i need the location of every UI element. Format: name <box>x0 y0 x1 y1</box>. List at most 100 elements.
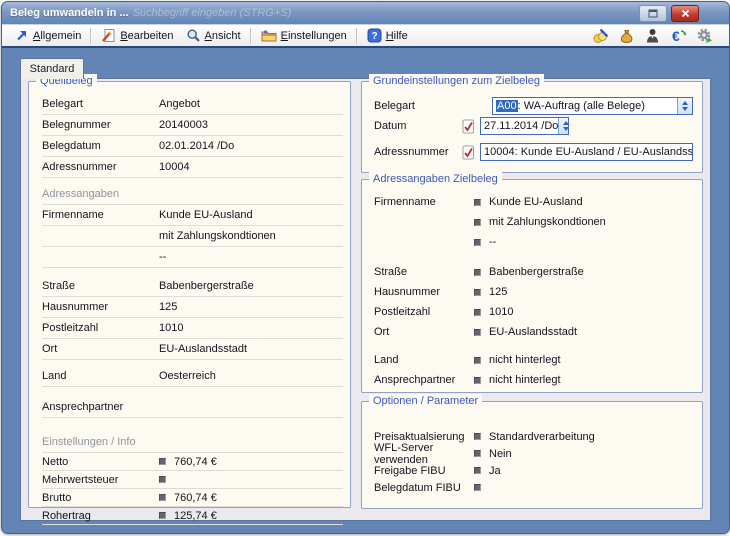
toolbar-separator <box>90 28 92 44</box>
field-row: Firmenname Kunde EU-Ausland <box>374 192 693 212</box>
menu-item-allgemein[interactable]: Allgemein <box>8 26 87 45</box>
field-value: 20140003 <box>159 119 343 131</box>
field-value: Babenbergerstraße <box>159 280 343 292</box>
field-label: Belegart <box>42 98 159 110</box>
value-bullet-icon <box>474 329 481 336</box>
titlebar: Beleg umwandeln in ... Suchbegriff einge… <box>2 2 729 24</box>
help-icon: ? <box>367 28 382 43</box>
datum-spinner[interactable] <box>558 118 569 134</box>
field-value: 10004 <box>159 161 343 173</box>
tab-standard[interactable]: Standard <box>20 58 84 79</box>
arrow-up-right-icon <box>14 28 29 43</box>
toolbar-right-icons: € <box>592 27 723 44</box>
field-row: Firmenname Kunde EU-Ausland <box>42 205 343 226</box>
field-label: Straße <box>374 266 474 278</box>
money-bag-icon[interactable] <box>618 27 635 44</box>
datum-field[interactable]: 27.11.2014 /Do <box>480 117 569 135</box>
field-value: Standardverarbeitung <box>489 431 595 443</box>
field-label: Firmenname <box>374 196 474 208</box>
field-value: Oesterreich <box>159 370 343 382</box>
field-label: Adressnummer <box>374 146 462 158</box>
section-header-adressangaben: Adressangaben <box>42 184 343 205</box>
field-label: Land <box>374 354 474 366</box>
field-label: Hausnummer <box>374 286 474 298</box>
field-label: Ort <box>42 343 159 355</box>
magnifier-icon <box>186 28 201 43</box>
person-icon[interactable] <box>644 27 661 44</box>
field-row: Ort EU-Auslandsstadt <box>42 339 343 360</box>
field-row: Belegart Angebot <box>42 94 343 115</box>
field-value: nicht hinterlegt <box>489 374 561 386</box>
field-value: Angebot <box>159 98 343 110</box>
field-text: 27.11.2014 /Do <box>484 120 558 132</box>
restore-button[interactable] <box>639 5 667 22</box>
menu-item-hilfe[interactable]: ? Hilfe <box>361 26 414 45</box>
tab-label: Standard <box>30 63 75 75</box>
value-bullet-icon <box>474 289 481 296</box>
field-row: Belegdatum FIBU <box>374 479 693 496</box>
adressnummer-check-icon[interactable] <box>462 145 475 160</box>
field-label: WFL-Server verwenden <box>374 442 474 466</box>
value-bullet-icon <box>474 377 481 384</box>
tab-page-standard: Quellbeleg Belegart Angebot Belegnummer … <box>20 78 711 521</box>
coins-pen-icon[interactable] <box>592 27 609 44</box>
groupbox-grundeinstellungen: Grundeinstellungen zum Zielbeleg Belegar… <box>361 81 703 173</box>
field-value: 02.01.2014 /Do <box>159 140 343 152</box>
field-label: Datum <box>374 120 462 132</box>
svg-text:?: ? <box>371 31 377 42</box>
field-row: Belegdatum 02.01.2014 /Do <box>42 136 343 157</box>
field-label: Straße <box>42 280 159 292</box>
field-value: 125 <box>489 286 507 298</box>
menu-label: Hilfe <box>386 30 408 42</box>
field-label: Mehrwertsteuer <box>42 474 159 486</box>
selected-text: A00 <box>496 100 518 112</box>
combo-text: 10004: Kunde EU-Ausland / EU-Auslandssta… <box>484 146 693 158</box>
groupbox-caption: Optionen / Parameter <box>369 394 482 408</box>
field-row: Hausnummer 125 <box>42 297 343 318</box>
menu-item-bearbeiten[interactable]: Bearbeiten <box>95 26 179 45</box>
field-value: mit Zahlungskondtionen <box>159 230 343 242</box>
groupbox-caption: Grundeinstellungen zum Zielbeleg <box>369 74 544 88</box>
field-row: -- <box>42 247 343 268</box>
field-label: Hausnummer <box>42 301 159 313</box>
groupbox-optionen-parameter: Optionen / Parameter Preisaktualsierung … <box>361 401 703 509</box>
datum-check-icon[interactable] <box>462 119 475 134</box>
field-label: Firmenname <box>42 209 159 221</box>
belegart-combo[interactable]: A00 : WA-Auftrag (alle Belege) <box>492 97 693 115</box>
field-row: WFL-Server verwenden Nein <box>374 445 693 462</box>
value-bullet-icon <box>474 219 481 226</box>
field-label: Rohertrag <box>42 510 159 522</box>
gears-icon[interactable] <box>696 27 713 44</box>
field-label: Belegdatum <box>42 140 159 152</box>
restore-icon <box>648 9 658 18</box>
field-value: 760,74 € <box>174 492 343 504</box>
field-row: Postleitzahl 1010 <box>374 302 693 322</box>
value-bullet-icon <box>474 467 481 474</box>
field-row: mit Zahlungskondtionen <box>42 226 343 247</box>
combo-text: : WA-Auftrag (alle Belege) <box>518 100 645 112</box>
euro-icon[interactable]: € <box>670 27 687 44</box>
close-button[interactable] <box>671 5 699 22</box>
field-value: EU-Auslandsstadt <box>159 343 343 355</box>
field-value: Nein <box>489 448 512 460</box>
field-row: Straße Babenbergerstraße <box>42 276 343 297</box>
value-bullet-icon <box>474 484 481 491</box>
value-bullet-icon <box>159 494 166 501</box>
field-value: 1010 <box>159 322 343 334</box>
menu-item-ansicht[interactable]: Ansicht <box>180 26 247 45</box>
value-bullet-icon <box>159 476 166 483</box>
datum-row: Datum 27.11.2014 /Do <box>374 116 693 136</box>
groupbox-adressangaben-zielbeleg: Adressangaben Zielbeleg Firmenname Kunde… <box>361 179 703 393</box>
field-label: Freigabe FIBU <box>374 465 474 477</box>
field-value: mit Zahlungskondtionen <box>489 216 606 228</box>
menu-item-einstellungen[interactable]: Einstellungen <box>255 26 353 45</box>
field-value: Kunde EU-Ausland <box>489 196 583 208</box>
menu-label: Ansicht <box>205 30 241 42</box>
sum-row: Mehrwertsteuer <box>42 471 343 489</box>
field-value: -- <box>159 251 343 263</box>
titlebar-search-hint[interactable]: Suchbegriff eingeben (STRG+S) <box>133 7 292 19</box>
field-row: Straße Babenbergerstraße <box>374 262 693 282</box>
svg-text:€: € <box>672 28 680 44</box>
adressnummer-combo[interactable]: 10004: Kunde EU-Ausland / EU-Auslandssta… <box>480 143 693 161</box>
belegart-spinner[interactable] <box>677 98 692 114</box>
